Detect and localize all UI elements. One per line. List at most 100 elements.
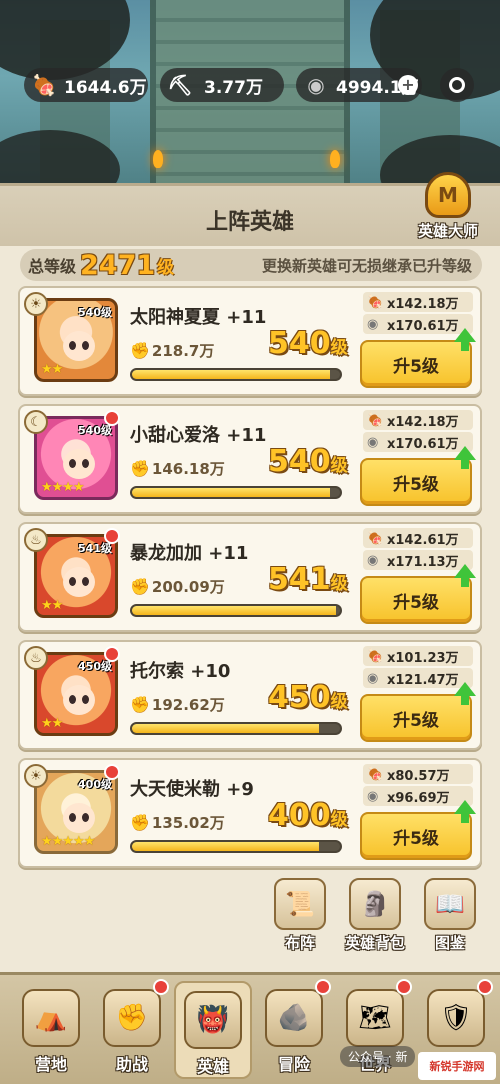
- hero-portrait[interactable]: 540级 ★★★★: [34, 416, 118, 500]
- stone-coin-icon: ◉: [367, 670, 379, 686]
- nav-adventure[interactable]: 🪨 冒险: [255, 979, 333, 1079]
- hero-portrait[interactable]: 540级 ★★: [34, 298, 118, 382]
- level-progress-bar: [130, 722, 342, 735]
- hero-level-unit: 级: [330, 810, 348, 830]
- hero-level-value: 541: [268, 562, 331, 597]
- cost-meat-value: x101.23万: [387, 650, 459, 666]
- hero-card[interactable]: 400级 ★★★★★ ☀ 大天使米勒 +9 ✊ 135.02万 400级 🍖 x…: [18, 758, 482, 868]
- hero-face: [63, 331, 95, 361]
- total-level-label: 总等级: [28, 257, 77, 276]
- hero-portrait[interactable]: 400级 ★★★★★: [34, 770, 118, 854]
- codex-button[interactable]: 📖 图鉴: [418, 878, 482, 953]
- codex-icon: 📖: [424, 878, 476, 930]
- hero-name: 暴龙加加 +11: [130, 543, 249, 564]
- level-progress-bar: [130, 368, 342, 381]
- inherit-hint: 更换新英雄可无损继承已升等级: [261, 256, 472, 275]
- hero-name: 托尔索 +10: [130, 661, 231, 682]
- cost-meat: 🍖 x142.61万: [363, 528, 473, 548]
- watermark-logo: 新锐手游网: [418, 1052, 496, 1080]
- notification-dot: [104, 764, 120, 780]
- star-rating-icon: ★★: [41, 598, 63, 613]
- hero-level-unit: 级: [330, 338, 348, 358]
- resource-stone[interactable]: ◉ 4994.1万 +: [296, 68, 422, 102]
- hero-bag-button[interactable]: 🗿 英雄背包: [338, 878, 412, 953]
- hero-card[interactable]: 450级 ★★ ♨ 托尔索 +10 ✊ 192.62万 450级 🍖 x101.…: [18, 640, 482, 750]
- nav-camp[interactable]: ⛺ 营地: [12, 981, 90, 1079]
- star-rating-icon: ★★★★: [41, 480, 85, 495]
- hero-portrait[interactable]: 541级 ★★: [34, 534, 118, 618]
- upgrade-5-levels-button[interactable]: 升5级: [360, 564, 476, 624]
- hero-eye: [82, 459, 89, 468]
- hero-portrait[interactable]: 450级 ★★: [34, 652, 118, 736]
- hero-face: [63, 449, 95, 479]
- hero-face: [63, 803, 95, 833]
- add-resource-button[interactable]: +: [398, 75, 418, 95]
- hero-card[interactable]: 540级 ★★ ☀ 太阳神夏夏 +11 ✊ 218.7万 540级 🍖 x142…: [18, 286, 482, 396]
- cost-stone-value: x171.13万: [387, 554, 459, 570]
- hero-bag-icon: 🗿: [349, 878, 401, 930]
- nav-camp-label: 营地: [34, 1055, 67, 1074]
- resource-ore-value: 3.77万: [204, 77, 263, 98]
- hero-eye: [82, 341, 89, 350]
- hero-power: ✊ 135.02万: [130, 812, 225, 833]
- cost-meat-value: x142.18万: [387, 296, 459, 312]
- hero-eye: [69, 695, 76, 704]
- nav-assist[interactable]: ✊ 助战: [93, 979, 171, 1079]
- hero-master-button[interactable]: M 英雄大师: [408, 172, 488, 252]
- codex-label: 图鉴: [434, 934, 465, 952]
- hero-level-value: 450: [268, 680, 331, 715]
- hero-power: ✊ 218.7万: [130, 340, 214, 361]
- hero-level-unit: 级: [330, 692, 348, 712]
- settings-button[interactable]: [440, 68, 474, 102]
- upgrade-5-levels-button[interactable]: 升5级: [360, 328, 476, 388]
- golden-helmet-icon: M: [425, 172, 471, 218]
- level-progress-fill: [132, 488, 330, 497]
- hero-name: 大天使米勒 +9: [130, 779, 254, 800]
- hero-level-value: 540: [268, 444, 331, 479]
- cost-meat: 🍖 x142.18万: [363, 292, 473, 312]
- hero-eye: [69, 577, 76, 586]
- upgrade-5-levels-button[interactable]: 升5级: [360, 682, 476, 742]
- nav-hero-label: 英雄: [196, 1057, 229, 1076]
- hero-level: 450级: [268, 680, 348, 715]
- hero-card[interactable]: 540级 ★★★★ ☾ 小甜心爱洛 +11 ✊ 146.18万 540级 🍖 x…: [18, 404, 482, 514]
- resource-meat-value: 1644.6万: [64, 77, 147, 98]
- resource-ore[interactable]: ⛏ 3.77万: [160, 68, 284, 102]
- cost-meat: 🍖 x142.18万: [363, 410, 473, 430]
- stone-coin-icon: ◉: [367, 316, 379, 332]
- nav-hero[interactable]: 👹 英雄: [174, 981, 252, 1079]
- hero-eye: [69, 813, 76, 822]
- power-fist-icon: ✊: [130, 341, 150, 360]
- adventure-rock-icon: 🪨: [265, 989, 323, 1047]
- power-fist-icon: ✊: [130, 459, 150, 478]
- cost-stone-value: x121.47万: [387, 672, 459, 688]
- hero-name: 太阳神夏夏 +11: [130, 307, 267, 328]
- resource-meat[interactable]: 🍖 1644.6万: [24, 68, 148, 102]
- hero-level-value: 540: [268, 326, 331, 361]
- cost-stone-value: x170.61万: [387, 318, 459, 334]
- level-progress-bar: [130, 604, 342, 617]
- camp-icon: ⛺: [22, 989, 80, 1047]
- upgrade-5-levels-button[interactable]: 升5级: [360, 800, 476, 860]
- element-fire-icon: ♨: [24, 646, 48, 670]
- hero-master-label: 英雄大师: [417, 222, 478, 240]
- hero-eye: [82, 695, 89, 704]
- upgrade-label: 升5级: [393, 828, 439, 849]
- cost-meat-value: x80.57万: [387, 768, 450, 784]
- torch-icon: [153, 150, 163, 168]
- meat-icon: 🍖: [367, 648, 384, 664]
- green-arrow-up-icon: [454, 800, 476, 823]
- hero-face: [63, 567, 95, 597]
- upgrade-5-levels-button[interactable]: 升5级: [360, 446, 476, 506]
- watermark-text: 公众号 · 新: [340, 1046, 416, 1067]
- hero-card[interactable]: 541级 ★★ ♨ 暴龙加加 +11 ✊ 200.09万 541级 🍖 x142…: [18, 522, 482, 632]
- notification-dot: [153, 979, 169, 995]
- formation-button[interactable]: 📜 布阵: [268, 878, 332, 953]
- hero-power: ✊ 200.09万: [130, 576, 225, 597]
- nav-assist-label: 助战: [115, 1055, 148, 1074]
- upgrade-label: 升5级: [393, 356, 439, 377]
- notification-dot: [104, 646, 120, 662]
- stone-coin-icon: ◉: [367, 552, 379, 568]
- upgrade-label: 升5级: [393, 474, 439, 495]
- level-progress-fill: [132, 842, 320, 851]
